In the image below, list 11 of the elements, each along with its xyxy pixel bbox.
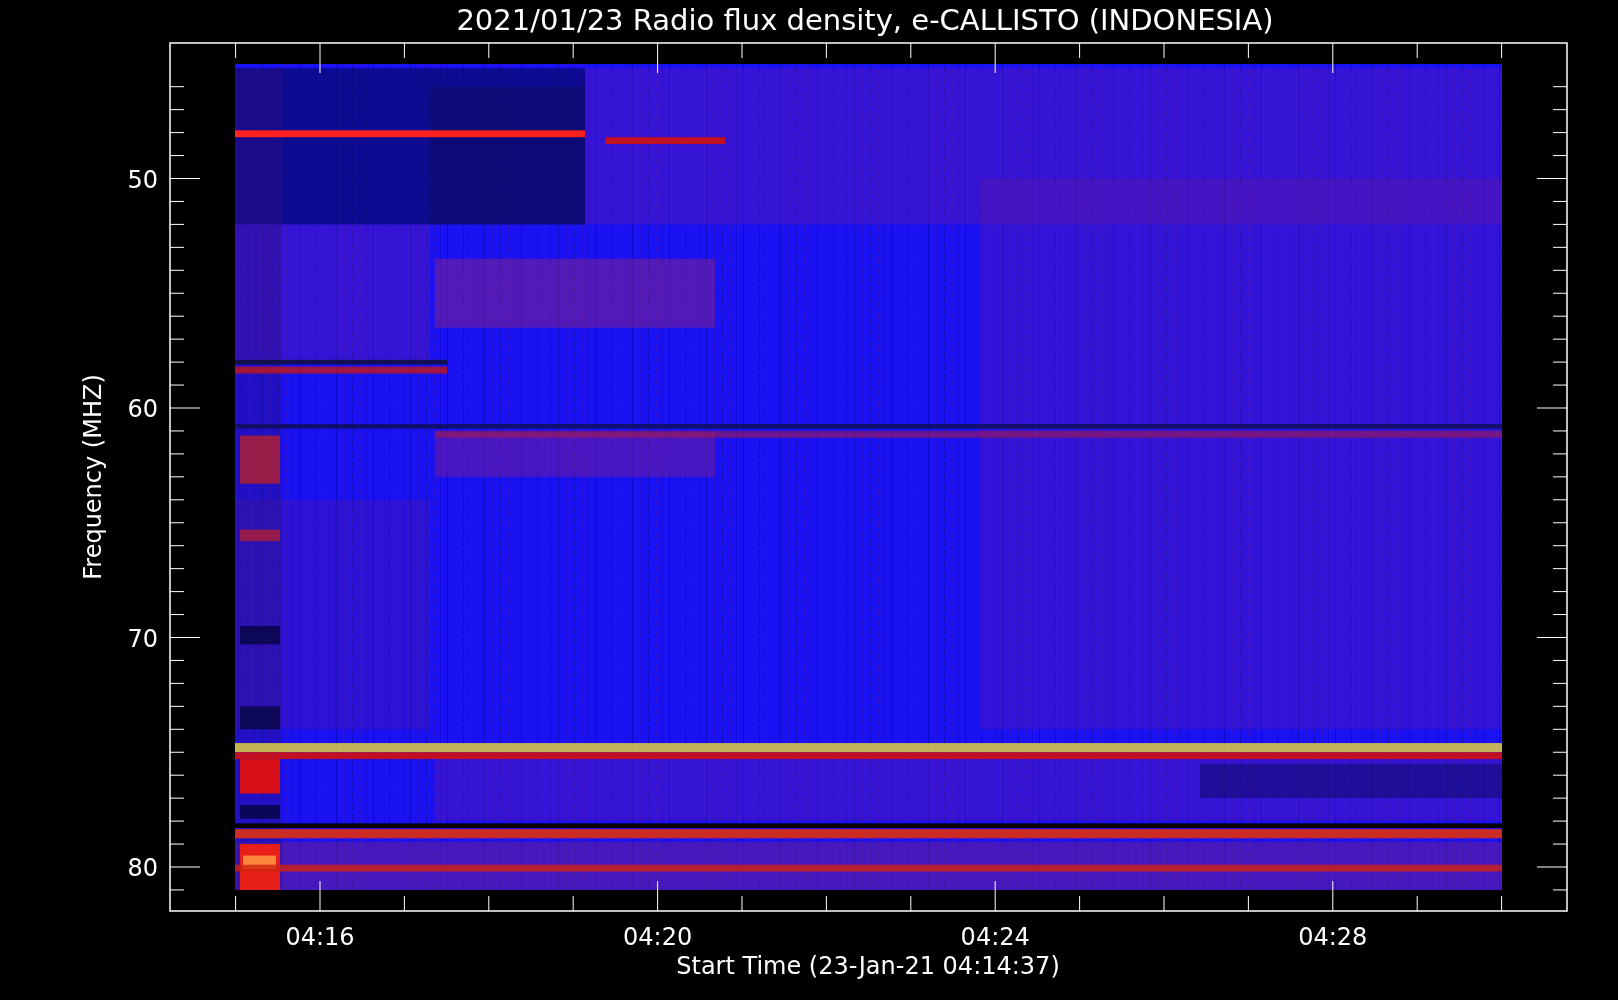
y-tick-label: 50 <box>127 165 158 194</box>
y-tick-label: 60 <box>127 395 158 423</box>
y-tick-label: 80 <box>127 854 158 882</box>
x-tick-label: 04:24 <box>960 923 1030 951</box>
x-tick-label: 04:20 <box>623 923 693 951</box>
plot-title: 2021/01/23 Radio flux density, e-CALLISTO (INDONESIA) <box>456 3 1274 37</box>
y-tick-label: 70 <box>127 624 158 653</box>
x-tick-label: 04:16 <box>285 923 355 951</box>
x-tick-label: 04:28 <box>1298 923 1368 951</box>
y-axis-label: Frequency (MHZ) <box>79 374 107 580</box>
x-axis-label: Start Time (23-Jan-21 04:14:37) <box>676 952 1060 980</box>
